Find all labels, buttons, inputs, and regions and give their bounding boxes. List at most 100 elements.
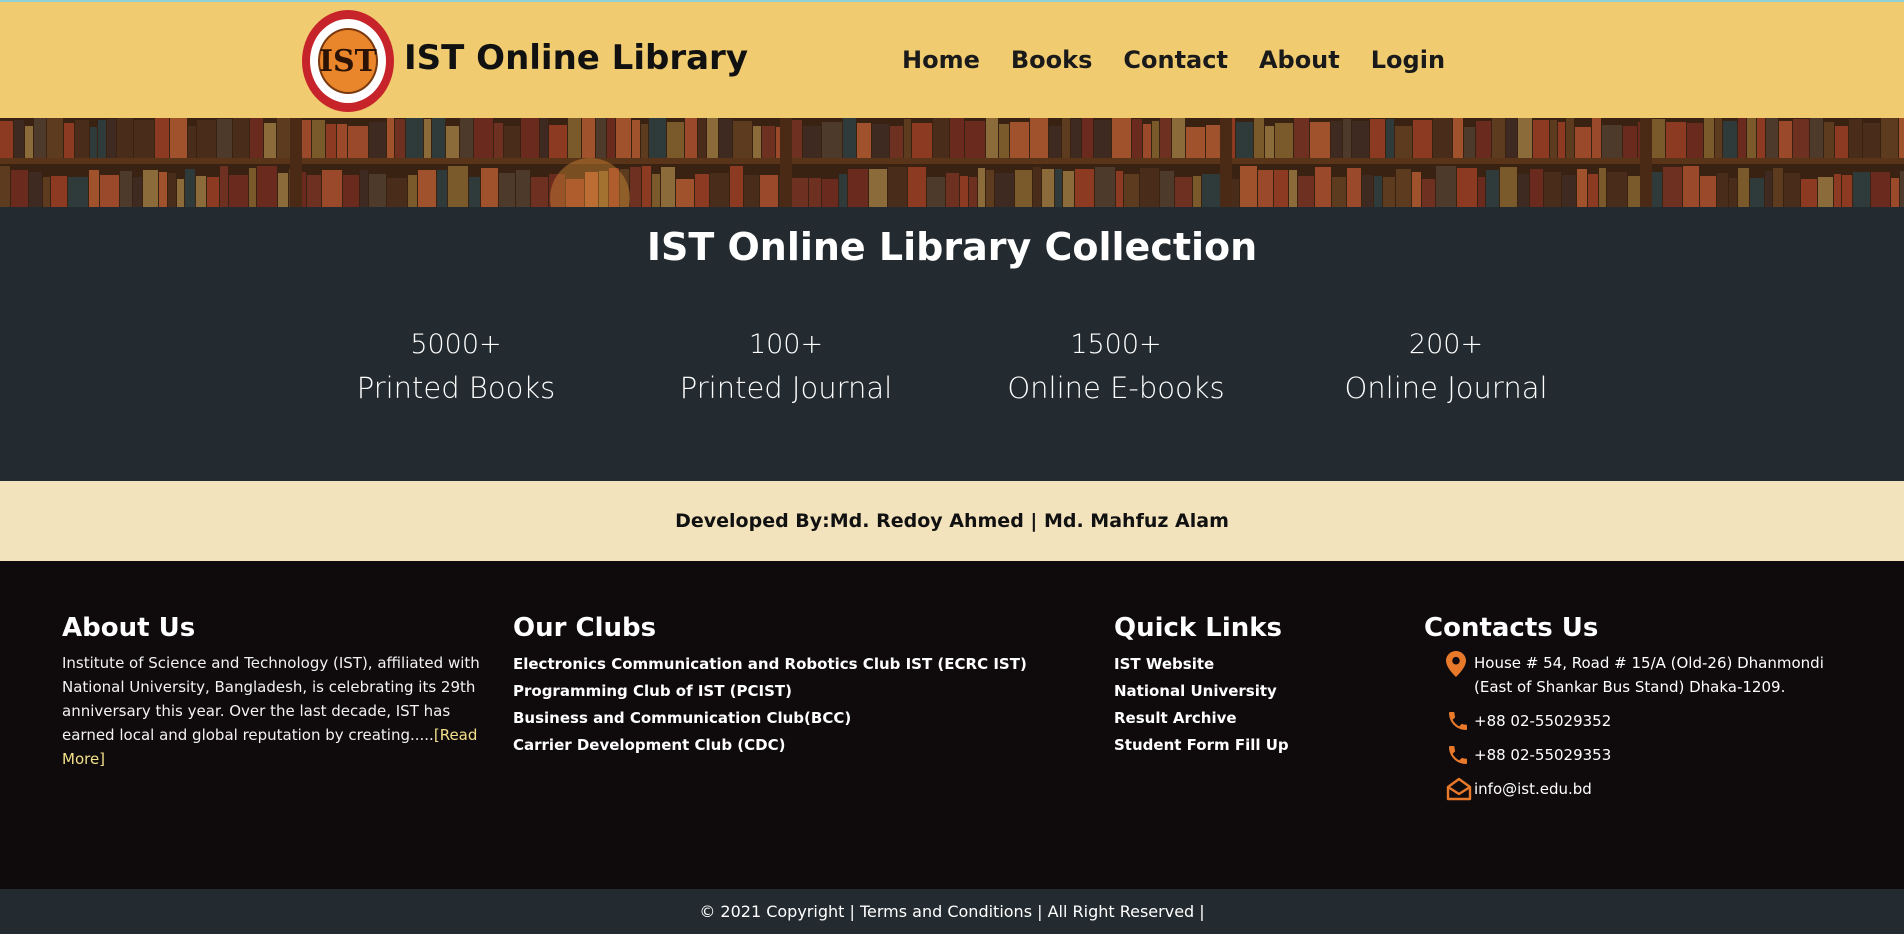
site-title[interactable]: IST Online Library <box>404 38 748 78</box>
book-spine <box>707 118 718 158</box>
nav-contact[interactable]: Contact <box>1123 46 1228 74</box>
bookshelf-banner <box>0 118 1904 207</box>
book-spine <box>1607 172 1627 207</box>
ist-logo[interactable]: IST <box>302 10 394 112</box>
quick-link-student-form[interactable]: Student Form Fill Up <box>1114 732 1289 759</box>
club-link-ecrc[interactable]: Electronics Communication and Robotics C… <box>513 651 1027 678</box>
book-spine <box>1422 179 1435 207</box>
book-spine <box>744 175 759 207</box>
book-spine <box>1900 171 1904 207</box>
book-spine <box>1773 168 1783 207</box>
book-spine <box>1030 118 1048 158</box>
contact-address: House # 54, Road # 15/A (Old-26) Dhanmon… <box>1424 651 1854 699</box>
book-spine <box>307 175 321 207</box>
site-header: IST IST Online Library Home Books Contac… <box>0 0 1904 118</box>
book-spine <box>360 170 368 207</box>
book-spine <box>177 179 184 207</box>
club-link-cdc[interactable]: Carrier Development Club (CDC) <box>513 732 1027 759</box>
stat-online-journal: 200+ Online Journal <box>1316 327 1576 413</box>
book-spine <box>1899 118 1904 158</box>
book-spine <box>649 118 666 158</box>
book-spine <box>1779 121 1792 158</box>
book-spine <box>481 168 498 207</box>
book-spine <box>229 175 248 207</box>
book-spine <box>446 126 459 158</box>
book-spine <box>34 118 46 158</box>
book-spine <box>348 126 368 158</box>
book-spine <box>661 167 675 207</box>
quick-link-result-archive[interactable]: Result Archive <box>1114 705 1289 732</box>
book-spine <box>155 118 169 158</box>
book-spine <box>51 176 67 207</box>
book-spine <box>1413 120 1432 158</box>
nav-books[interactable]: Books <box>1011 46 1093 74</box>
book-spine <box>1453 118 1463 158</box>
book-spine <box>47 118 63 158</box>
book-spine <box>1766 118 1778 158</box>
book-spine <box>568 118 581 158</box>
phone-icon <box>1446 709 1474 733</box>
book-spine <box>521 118 539 158</box>
book-spine <box>312 120 325 158</box>
book-spine <box>1715 118 1722 158</box>
book-spine <box>869 169 887 207</box>
book-spine <box>1592 118 1601 158</box>
book-spine <box>890 126 903 158</box>
book-spine <box>685 118 697 158</box>
book-spine <box>1315 167 1331 207</box>
stat-label: Printed Journal <box>679 371 893 405</box>
book-spine <box>1172 118 1185 158</box>
nav-login[interactable]: Login <box>1371 46 1445 74</box>
book-spine <box>1042 169 1054 207</box>
book-spine <box>630 167 641 207</box>
book-spine <box>1433 118 1452 158</box>
book-spine <box>90 127 97 158</box>
book-spine <box>1666 122 1686 158</box>
book-spine <box>1236 122 1253 158</box>
book-spine <box>1383 177 1395 207</box>
book-spine <box>337 124 347 158</box>
book-spine <box>1075 169 1094 207</box>
stat-label: Printed Books <box>356 371 556 405</box>
book-spine <box>822 122 842 158</box>
book-spine <box>1332 177 1346 207</box>
book-spine <box>1562 175 1576 207</box>
book-spine <box>98 120 106 158</box>
club-link-pcist[interactable]: Programming Club of IST (PCIST) <box>513 678 1027 705</box>
book-spine <box>326 124 336 158</box>
book-spine <box>432 118 445 158</box>
book-spine <box>1566 118 1574 158</box>
book-spine <box>667 122 684 158</box>
book-spine <box>250 118 263 158</box>
book-spine <box>1575 127 1591 158</box>
book-spine <box>1082 118 1093 158</box>
shelf-divider <box>290 118 302 207</box>
book-spine <box>1602 125 1622 158</box>
phone-2-text[interactable]: +88 02-55029353 <box>1474 743 1611 767</box>
book-spine <box>1558 122 1565 158</box>
book-spine <box>978 168 985 207</box>
book-spine <box>1810 118 1823 158</box>
book-spine <box>1628 176 1641 207</box>
book-spine <box>1757 118 1765 158</box>
book-spine <box>25 126 33 158</box>
nav-about[interactable]: About <box>1259 46 1340 74</box>
book-spine <box>1663 167 1682 207</box>
book-spine <box>406 118 423 158</box>
quick-link-national-university[interactable]: National University <box>1114 678 1289 705</box>
book-spine <box>1588 174 1598 207</box>
book-spine <box>1062 118 1070 158</box>
quick-link-ist-website[interactable]: IST Website <box>1114 651 1289 678</box>
book-spine <box>1853 172 1870 207</box>
phone-1-text[interactable]: +88 02-55029352 <box>1474 709 1611 733</box>
address-text: House # 54, Road # 15/A (Old-26) Dhanmon… <box>1474 654 1824 696</box>
book-spine <box>100 175 119 207</box>
nav-home[interactable]: Home <box>902 46 980 74</box>
book-spine <box>424 119 431 158</box>
book-spine <box>1095 167 1115 207</box>
book-spine <box>1824 122 1834 158</box>
email-text[interactable]: info@ist.edu.bd <box>1474 777 1592 801</box>
stat-value: 100+ <box>748 329 824 360</box>
logo-emblem: IST <box>318 28 378 94</box>
club-link-bcc[interactable]: Business and Communication Club(BCC) <box>513 705 1027 732</box>
